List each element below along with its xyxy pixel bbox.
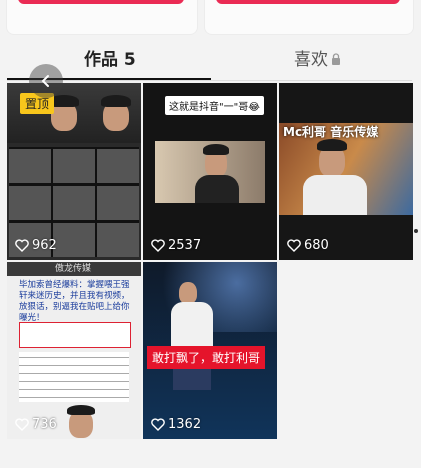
heart-icon [151,418,165,431]
thumb-body [171,302,213,352]
thumb-body [303,175,367,215]
heart-icon [15,239,29,252]
tab-likes-label: 喜欢 [294,50,328,70]
video-tile-1[interactable]: 置顶 962 [7,83,141,260]
like-count: 736 [15,417,57,432]
tab-works[interactable]: 作品 5 [84,46,136,74]
heart-icon [15,418,29,431]
tabs-divider [7,80,412,81]
video-tile-2[interactable]: 这就是抖音"一"哥😂 2537 [143,83,277,260]
edge-indicator [414,229,418,233]
heart-icon [151,239,165,252]
top-right-card [204,0,414,35]
tab-works-label: 作品 5 [84,50,136,70]
like-count: 962 [15,238,57,253]
top-right-button[interactable] [216,0,400,4]
tile-lines [19,352,129,402]
video-caption: 这就是抖音"一"哥😂 [165,96,264,115]
like-count-value: 1362 [168,417,202,432]
like-count-value: 736 [32,417,57,432]
like-count: 1362 [151,417,201,432]
thumb-banner: Mc利哥 音乐传媒 [283,125,379,139]
thumb-hair [101,95,131,107]
video-tile-4[interactable]: 傲龙传媒 毕加索曾经爆料：掌握喂王强轩来迷历史，并且我有视频，放狠话，别逼我在贴… [7,262,141,439]
thumb-body [195,175,239,203]
back-button[interactable] [29,64,63,98]
top-left-card [6,0,198,35]
tile-red-box [19,322,131,348]
video-caption: 敢打飘了，敢打利哥 [147,346,266,369]
video-tile-5[interactable]: 敢打飘了，敢打利哥 1362 [143,262,277,439]
tile-header-text: 傲龙传媒 [55,264,92,274]
heart-icon [287,239,301,252]
like-count-value: 680 [304,238,329,253]
tile-article-text: 毕加索曾经爆料：掌握喂王强轩来迷历史，并且我有视频，放狠话，别逼我在贴吧上给你曝… [19,280,130,323]
like-count-value: 2537 [168,238,202,253]
lock-icon [332,53,340,65]
thumb-hair [203,144,229,155]
thumb-hair [67,405,95,415]
top-left-button[interactable] [18,0,184,4]
video-tile-3[interactable]: Mc利哥 音乐传媒 680 [279,83,413,260]
thumb-hair [317,139,347,151]
like-count-value: 962 [32,238,57,253]
thumb-face [179,282,197,304]
chevron-left-icon [41,75,49,87]
tab-likes[interactable]: 喜欢 [294,46,341,74]
like-count: 680 [287,238,329,253]
like-count: 2537 [151,238,201,253]
